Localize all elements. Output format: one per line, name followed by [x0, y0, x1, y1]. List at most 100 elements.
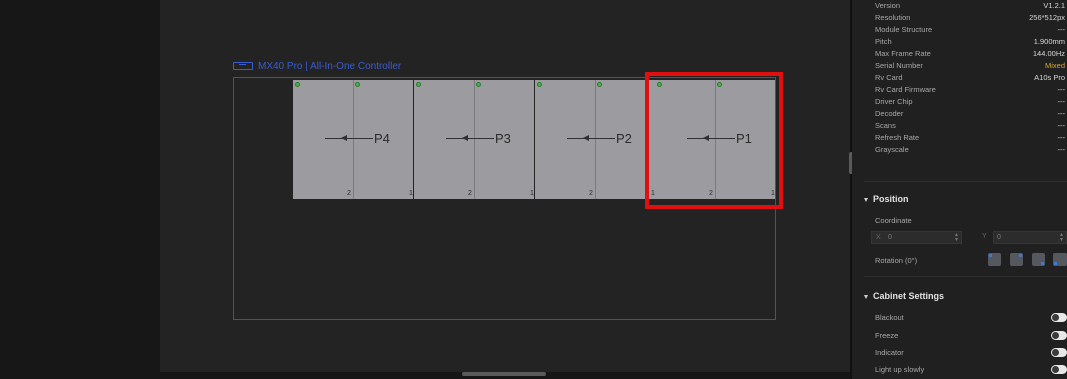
- rotation-label: Rotation (0°): [875, 256, 918, 265]
- property-row: Refresh Rate ---: [875, 133, 1065, 144]
- property-label: Decoder: [875, 109, 904, 118]
- arrow-left-icon: [462, 135, 468, 141]
- left-sidebar: [0, 0, 160, 379]
- property-value: 144.00Hz: [1032, 49, 1065, 58]
- cabinet-divider: [353, 80, 354, 199]
- rotation-top-left-button[interactable]: [988, 253, 1001, 266]
- toggle-knob: [1052, 366, 1059, 373]
- cabinet-number: 2: [589, 190, 593, 197]
- arrow-left-icon: [341, 135, 347, 141]
- controller-name: MX40 Pro | All-In-One Controller: [258, 60, 402, 72]
- spinner-icon[interactable]: ▴ ▾: [955, 232, 958, 243]
- corner-marker-icon: [1041, 262, 1044, 265]
- coordinate-label: Coordinate: [875, 216, 912, 225]
- freeze-toggle[interactable]: [1051, 331, 1067, 340]
- cabinet-p2[interactable]: P2 2 1: [535, 80, 655, 199]
- property-row: Resolution 256*512px: [875, 13, 1065, 24]
- x-value: 0: [888, 234, 892, 241]
- cabinet-number: 1: [530, 190, 534, 197]
- indicator-toggle[interactable]: [1051, 348, 1067, 357]
- spinner-icon[interactable]: ▴ ▾: [1060, 232, 1063, 243]
- status-dot: [295, 82, 300, 87]
- property-label: Scans: [875, 121, 896, 130]
- light-up-slowly-label: Light up slowly: [875, 365, 925, 374]
- property-label: Grayscale: [875, 145, 909, 154]
- y-axis-label: Y: [982, 233, 987, 240]
- corner-marker-icon: [989, 254, 992, 257]
- light-up-slowly-toggle[interactable]: [1051, 365, 1067, 374]
- rotation-top-right-button[interactable]: [1010, 253, 1023, 266]
- property-value: ---: [1057, 25, 1066, 34]
- divider: [864, 276, 1067, 277]
- property-value: V1.2.1: [1043, 1, 1065, 10]
- property-value: ---: [1057, 133, 1066, 142]
- property-row: Rv Card A10s Pro: [875, 73, 1065, 84]
- cabinet-divider: [474, 80, 475, 199]
- status-dot: [416, 82, 421, 87]
- blackout-toggle[interactable]: [1051, 313, 1067, 322]
- property-row: Driver Chip ---: [875, 97, 1065, 108]
- arrow-line-icon: [325, 138, 373, 139]
- property-value: ---: [1057, 85, 1066, 94]
- toggle-knob: [1052, 349, 1059, 356]
- x-coordinate-input[interactable]: X 0 ▴ ▾: [871, 231, 962, 244]
- caret-down-icon: [864, 294, 868, 299]
- horizontal-scroll-thumb[interactable]: [462, 372, 546, 376]
- status-dot: [537, 82, 542, 87]
- properties-panel: Version V1.2.1 Resolution 256*512px Module…: [852, 0, 1067, 379]
- status-dot: [597, 82, 602, 87]
- property-label: Resolution: [875, 13, 911, 22]
- property-value: ---: [1057, 109, 1066, 118]
- y-coordinate-input[interactable]: 0 ▴ ▾: [993, 231, 1067, 244]
- y-value: 0: [997, 234, 1001, 241]
- property-value: ---: [1057, 97, 1066, 106]
- rotation-bottom-left-button[interactable]: [1053, 253, 1067, 266]
- property-label: Version: [875, 1, 901, 10]
- property-row: Pitch 1.900mm: [875, 37, 1065, 48]
- arrow-line-icon: [446, 138, 494, 139]
- blackout-label: Blackout: [875, 313, 904, 322]
- status-dot: [355, 82, 360, 87]
- selection-highlight: [645, 72, 783, 209]
- property-value: A10s Pro: [1034, 73, 1065, 82]
- property-value: 256*512px: [1029, 13, 1065, 22]
- property-row: Scans ---: [875, 121, 1065, 132]
- port-label: P3: [495, 131, 511, 146]
- property-label: Module Structure: [875, 25, 933, 34]
- property-label: Refresh Rate: [875, 133, 920, 142]
- caret-down-icon: [864, 197, 868, 202]
- arrow-line-icon: [567, 138, 615, 139]
- property-value: 1.900mm: [1033, 37, 1065, 46]
- property-row: Module Structure ---: [875, 25, 1065, 36]
- cabinet-settings-section-header[interactable]: Cabinet Settings: [864, 291, 944, 301]
- property-row: Version V1.2.1: [875, 1, 1065, 12]
- port-label: P2: [616, 131, 632, 146]
- property-label: Rv Card Firmware: [875, 85, 936, 94]
- cabinet-number: 2: [347, 190, 351, 197]
- position-section-header[interactable]: Position: [864, 194, 909, 204]
- cabinet-p4[interactable]: P4 2 1: [293, 80, 413, 199]
- property-label: Serial Number: [875, 61, 923, 70]
- cabinet-p3[interactable]: P3 2 1: [414, 80, 534, 199]
- property-label: Driver Chip: [875, 97, 913, 106]
- arrow-left-icon: [583, 135, 589, 141]
- property-row: Rv Card Firmware ---: [875, 85, 1065, 96]
- property-row: Max Frame Rate 144.00Hz: [875, 49, 1065, 60]
- controller-label[interactable]: MX40 Pro | All-In-One Controller: [233, 59, 401, 73]
- corner-marker-icon: [1019, 254, 1022, 257]
- corner-marker-icon: [1054, 262, 1057, 265]
- property-label: Rv Card: [875, 73, 903, 82]
- property-row: Grayscale ---: [875, 145, 1065, 156]
- property-label: Max Frame Rate: [875, 49, 931, 58]
- toggle-knob: [1052, 332, 1059, 339]
- rotation-bottom-right-button[interactable]: [1032, 253, 1045, 266]
- port-label: P4: [374, 131, 390, 146]
- controller-icon: [233, 62, 253, 70]
- property-row: Serial Number Mixed: [875, 61, 1065, 72]
- freeze-label: Freeze: [875, 331, 899, 340]
- cabinet-number: 2: [468, 190, 472, 197]
- toggle-knob: [1052, 314, 1059, 321]
- property-label: Pitch: [875, 37, 892, 46]
- property-value: Mixed: [1044, 61, 1065, 70]
- indicator-label: Indicator: [875, 348, 904, 357]
